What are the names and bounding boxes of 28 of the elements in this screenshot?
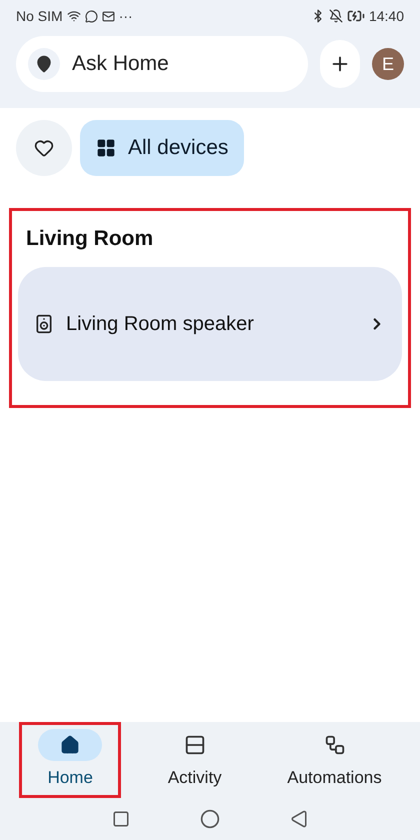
rows-icon <box>184 734 206 756</box>
bell-off-icon <box>328 9 343 23</box>
nav-tab[interactable]: Home <box>19 722 122 798</box>
wifi-icon <box>66 9 81 23</box>
time-text: 14:40 <box>368 6 404 26</box>
recents-icon[interactable] <box>112 810 130 828</box>
add-button[interactable] <box>320 40 360 88</box>
all-devices-chip[interactable]: All devices <box>80 120 244 176</box>
room-title: Living Room <box>25 226 154 252</box>
search-bar[interactable]: Ask Home <box>16 36 308 92</box>
automations-icon <box>324 734 346 756</box>
back-icon[interactable] <box>290 810 308 828</box>
search-field[interactable]: Ask Home <box>72 48 252 80</box>
chat-icon <box>84 10 98 22</box>
carrier-text: No SIM <box>16 6 63 26</box>
pin-icon <box>35 55 53 73</box>
home-icon <box>60 735 80 756</box>
overflow-text: ··· <box>118 6 133 26</box>
mail-icon <box>102 10 115 22</box>
nav-tab[interactable]: Automations <box>268 722 401 798</box>
grid-icon <box>96 138 116 158</box>
device-card[interactable]: Living Room speaker <box>18 266 402 380</box>
speaker-icon <box>34 314 54 334</box>
nav-tab[interactable]: Activity <box>144 722 246 798</box>
heart-icon <box>34 138 54 158</box>
avatar[interactable]: E <box>372 48 404 80</box>
device-name: Living Room speaker <box>66 312 255 336</box>
home-circle-icon[interactable] <box>200 809 220 829</box>
